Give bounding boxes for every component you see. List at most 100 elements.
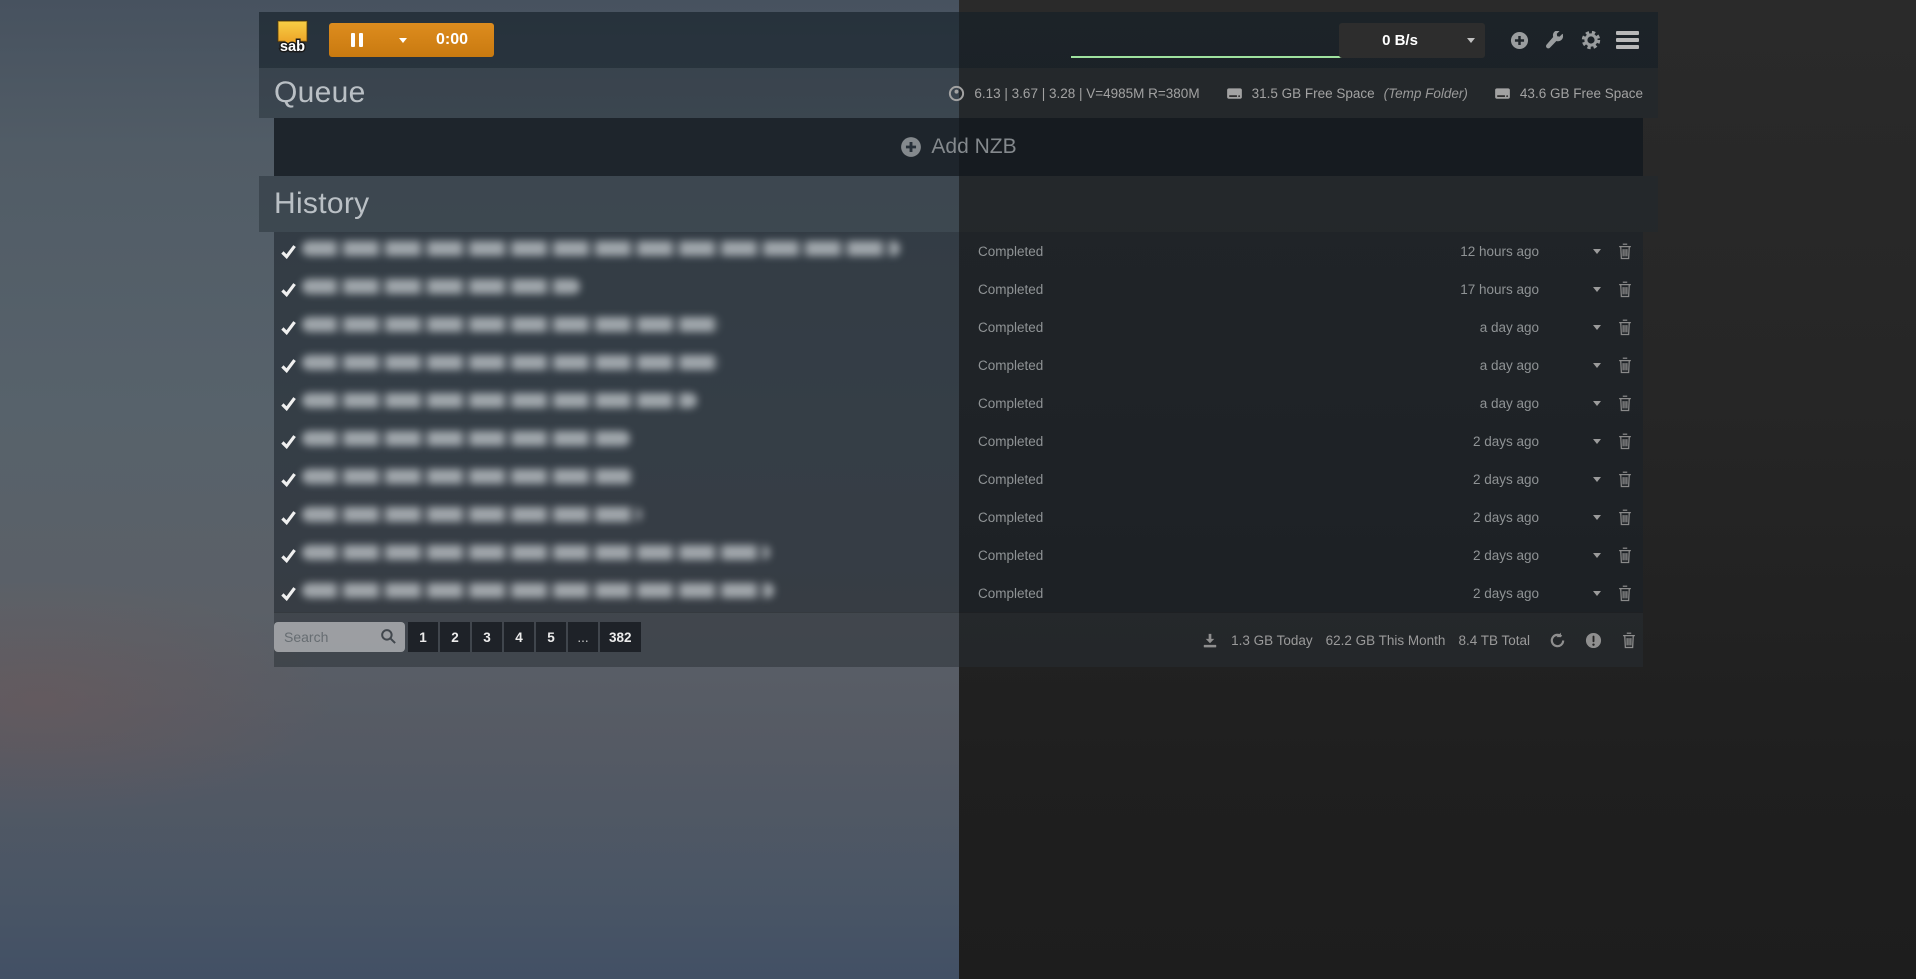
page-button-3[interactable]: 3 (472, 622, 502, 652)
history-row: Completed 2 days ago (274, 498, 1643, 536)
completed-check-icon (274, 586, 302, 601)
page-button-382[interactable]: 382 (600, 622, 641, 652)
completed-check-icon (274, 548, 302, 563)
add-circle-icon (1510, 31, 1529, 50)
svg-text:sab: sab (280, 39, 305, 55)
row-dropdown-caret[interactable] (1551, 249, 1607, 254)
row-delete-button[interactable] (1607, 433, 1643, 450)
status-wrench-button[interactable] (1537, 22, 1573, 58)
download-name-redacted (302, 317, 720, 332)
temp-free-space: 31.5 GB Free Space (1252, 86, 1375, 101)
row-delete-button[interactable] (1607, 585, 1643, 602)
purge-history-button[interactable] (1621, 632, 1637, 649)
row-delete-button[interactable] (1607, 395, 1643, 412)
completed-check-icon (274, 358, 302, 373)
row-dropdown-caret[interactable] (1551, 363, 1607, 368)
row-delete-button[interactable] (1607, 281, 1643, 298)
trash-icon (1617, 243, 1633, 260)
trash-icon (1617, 509, 1633, 526)
caret-down-icon (1467, 38, 1475, 43)
completed-check-icon (274, 434, 302, 449)
status-label: Completed (978, 244, 1391, 259)
row-dropdown-caret[interactable] (1551, 325, 1607, 330)
row-delete-button[interactable] (1607, 243, 1643, 260)
row-dropdown-caret[interactable] (1551, 515, 1607, 520)
row-dropdown-caret[interactable] (1551, 401, 1607, 406)
status-label: Completed (978, 396, 1391, 411)
menu-hamburger-button[interactable] (1609, 22, 1645, 58)
row-dropdown-caret[interactable] (1551, 553, 1607, 558)
age-label: 2 days ago (1391, 472, 1551, 487)
info-icon (1585, 632, 1602, 649)
row-delete-button[interactable] (1607, 547, 1643, 564)
settings-gear-button[interactable] (1573, 22, 1609, 58)
refresh-button[interactable] (1549, 632, 1566, 649)
temp-folder-note: (Temp Folder) (1384, 86, 1468, 101)
history-row: Completed a day ago (274, 346, 1643, 384)
page-button-4[interactable]: 4 (504, 622, 534, 652)
sabnzbd-app: sab 0:00 0 B/s (259, 12, 1658, 667)
pause-timer-button-group[interactable]: 0:00 (329, 23, 494, 57)
add-circle-icon (900, 136, 922, 158)
age-label: 2 days ago (1391, 510, 1551, 525)
row-dropdown-caret[interactable] (1551, 287, 1607, 292)
history-footer: 12345...382 1.3 GB Today 62.2 GB This Mo… (274, 612, 1643, 667)
download-icon (1202, 633, 1218, 649)
hdd-icon (1226, 85, 1243, 102)
download-name-redacted (302, 393, 697, 408)
download-name-redacted (302, 507, 642, 522)
add-nzb-label: Add NZB (931, 135, 1016, 159)
server-scores: 6.13 | 3.67 | 3.28 | V=4985M R=380M (974, 86, 1199, 101)
row-dropdown-caret[interactable] (1551, 477, 1607, 482)
gear-icon (1581, 30, 1601, 50)
completed-check-icon (274, 320, 302, 335)
age-label: 12 hours ago (1391, 244, 1551, 259)
page-button-1[interactable]: 1 (408, 622, 438, 652)
history-totals: 1.3 GB Today 62.2 GB This Month 8.4 TB T… (1202, 613, 1637, 668)
row-dropdown-caret[interactable] (1551, 439, 1607, 444)
completed-check-icon (274, 510, 302, 525)
completed-check-icon (274, 244, 302, 259)
row-delete-button[interactable] (1607, 357, 1643, 374)
row-delete-button[interactable] (1607, 319, 1643, 336)
row-dropdown-caret[interactable] (1551, 591, 1607, 596)
info-button[interactable] (1585, 632, 1602, 649)
row-delete-button[interactable] (1607, 509, 1643, 526)
age-label: 2 days ago (1391, 434, 1551, 449)
sabnzbd-logo[interactable]: sab (274, 19, 311, 62)
pause-dropdown-caret-icon[interactable] (384, 38, 422, 43)
row-delete-button[interactable] (1607, 471, 1643, 488)
history-row: Completed 2 days ago (274, 574, 1643, 612)
history-row: Completed 2 days ago (274, 536, 1643, 574)
top-navbar: sab 0:00 0 B/s (259, 12, 1658, 68)
trash-icon (1617, 395, 1633, 412)
total-month: 62.2 GB This Month (1326, 633, 1446, 648)
history-title: History (274, 187, 369, 221)
page-ellipsis[interactable]: ... (568, 622, 598, 652)
status-label: Completed (978, 282, 1391, 297)
pause-timer-value: 0:00 (422, 31, 494, 49)
status-label: Completed (978, 586, 1391, 601)
page-button-2[interactable]: 2 (440, 622, 470, 652)
age-label: a day ago (1391, 396, 1551, 411)
history-search-input[interactable] (274, 622, 405, 652)
trash-icon (1617, 585, 1633, 602)
page-button-5[interactable]: 5 (536, 622, 566, 652)
download-name-redacted (302, 241, 900, 256)
trash-icon (1617, 281, 1633, 298)
download-name-redacted (302, 355, 720, 370)
history-row: Completed 2 days ago (274, 460, 1643, 498)
total-alltime: 8.4 TB Total (1458, 633, 1530, 648)
age-label: a day ago (1391, 320, 1551, 335)
history-row: Completed a day ago (274, 308, 1643, 346)
add-nzb-dropzone[interactable]: Add NZB (274, 118, 1643, 176)
speed-sparkline (1071, 56, 1345, 58)
download-name-redacted (302, 279, 580, 294)
speed-value: 0 B/s (1382, 32, 1418, 49)
age-label: 2 days ago (1391, 548, 1551, 563)
speed-limit-button[interactable]: 0 B/s (1339, 23, 1485, 58)
wrench-icon (1546, 31, 1564, 49)
pause-icon[interactable] (329, 33, 384, 47)
queue-stats: 6.13 | 3.67 | 3.28 | V=4985M R=380M 31.5… (948, 85, 1643, 102)
add-nzb-icon-button[interactable] (1501, 22, 1537, 58)
